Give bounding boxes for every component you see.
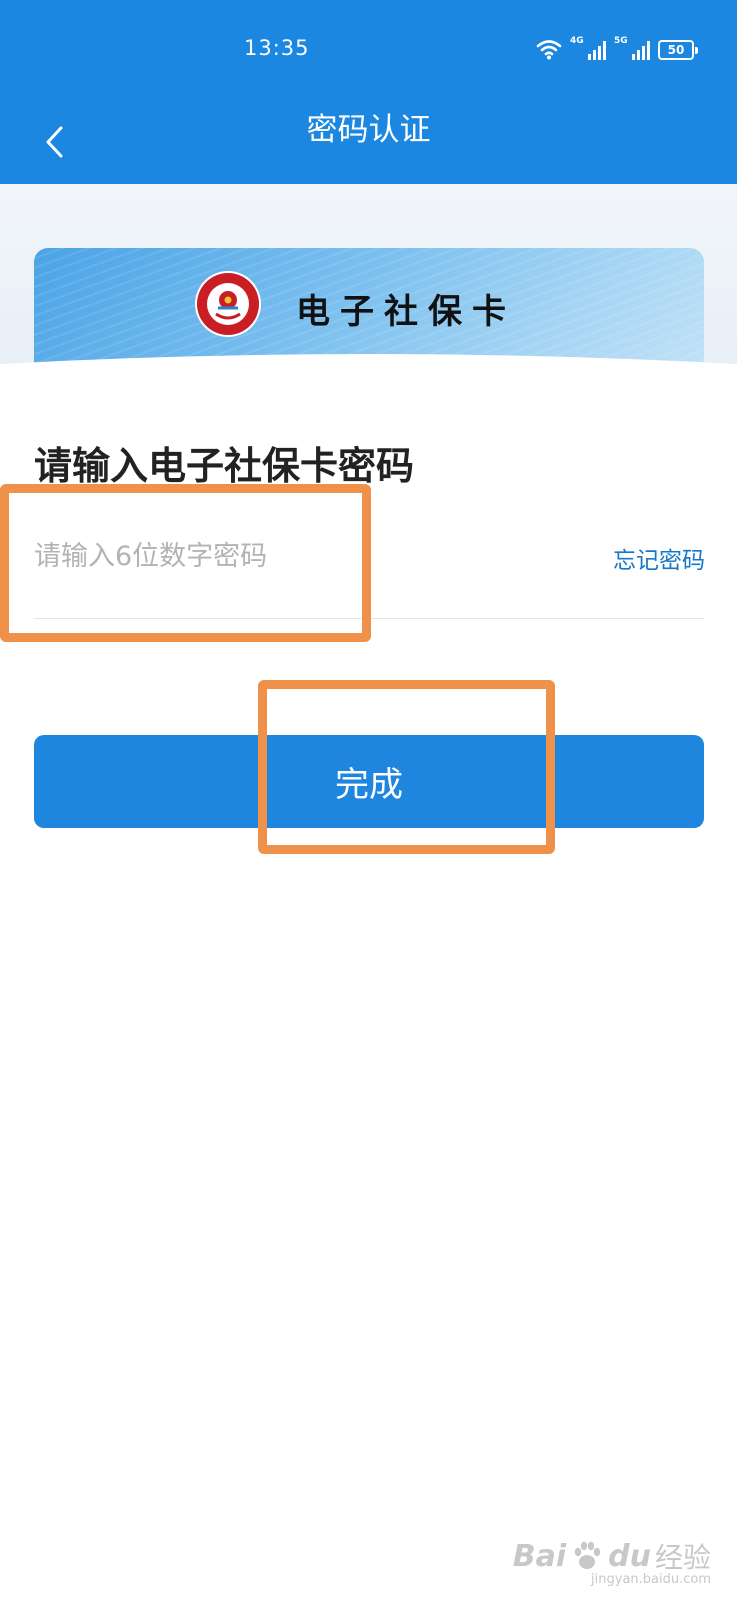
banner-curve [0,354,737,390]
status-bar: 13:35 4G 5G 50 [0,0,737,100]
watermark-url: jingyan.baidu.com [591,1572,711,1587]
status-icons: 4G 5G 50 [536,36,698,60]
nav-bar: 密码认证 [0,100,737,184]
signal-4g-label: 4G [570,36,584,46]
paw-icon [574,1541,601,1569]
page-title: 密码认证 [306,112,431,148]
watermark-brand-accent: du [608,1538,651,1574]
password-prompt-heading: 请输入电子社保卡密码 [34,444,415,488]
forgot-password-link[interactable]: 忘记密码 [613,541,705,575]
wifi-icon [536,40,562,60]
battery-icon: 50 [658,40,698,60]
signal-4g-icon: 4G [570,36,606,60]
submit-button[interactable]: 完成 [34,735,704,828]
social-security-seal-icon [195,271,261,337]
input-divider [34,618,704,619]
watermark-brand: Bai [512,1538,567,1574]
password-input[interactable] [34,526,574,586]
card-title: 电子社保卡 [296,292,516,332]
signal-5g-label: 5G [614,36,628,46]
signal-5g-icon: 5G [614,36,650,60]
status-time: 13:35 [244,36,310,60]
watermark-suffix: 经验 [654,1541,711,1574]
baidu-watermark: Bai du 经验 jingyan.baidu.com [512,1536,711,1588]
card-banner: 电子社保卡 [0,184,737,374]
battery-level: 50 [667,43,685,57]
